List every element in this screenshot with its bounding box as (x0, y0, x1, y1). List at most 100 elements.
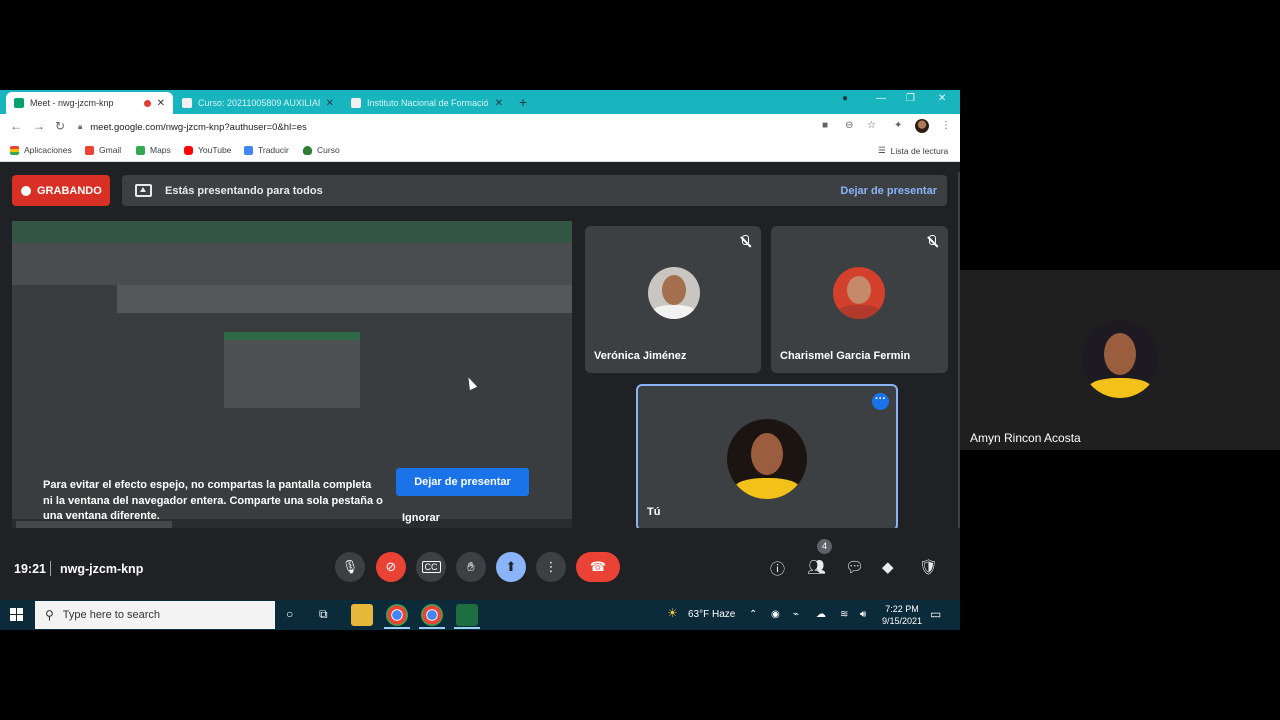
people-count-badge: 4 (817, 539, 832, 554)
translate-icon (244, 145, 253, 155)
bookmark-label: Maps (150, 145, 171, 155)
more-options-button[interactable]: ⋮ (536, 552, 566, 582)
host-controls-icon[interactable]: 🛡︎ (919, 558, 938, 576)
active-app-indicator (419, 627, 445, 629)
minimize-icon[interactable]: — (876, 93, 886, 104)
bookmark-gmail[interactable]: Gmail (85, 145, 121, 155)
close-tab-icon[interactable]: ✕ (326, 98, 334, 109)
preview-dialog (224, 332, 360, 408)
bookmark-curso[interactable]: Curso (303, 145, 340, 155)
chat-icon[interactable]: 💬︎ (845, 558, 864, 576)
camera-off-button[interactable]: ⊘ (376, 552, 406, 582)
present-now-button[interactable]: ⬆ (496, 552, 526, 582)
more-options-icon[interactable]: ··· (872, 393, 889, 410)
taskbar-search-box[interactable]: ⚲ Type here to search (35, 601, 275, 629)
chrome-icon[interactable] (386, 604, 408, 626)
excel-icon[interactable] (456, 604, 478, 626)
participant-name: Verónica Jiménez (594, 350, 687, 362)
file-explorer-icon[interactable] (351, 604, 373, 626)
tab-instituto[interactable]: Instituto Nacional de Formación ✕ (343, 92, 511, 114)
bookmark-label: Traducir (258, 145, 289, 155)
windows-start-icon[interactable] (10, 608, 24, 622)
reload-icon[interactable]: ↻ (55, 119, 65, 133)
bookmark-youtube[interactable]: YouTube (184, 145, 231, 155)
activities-icon[interactable]: ◆ (882, 558, 894, 576)
camera-in-use-icon[interactable]: ■ (822, 120, 828, 131)
curso-favicon-icon (182, 98, 192, 108)
wifi-icon[interactable]: ≋ (840, 609, 848, 620)
extensions-icon[interactable]: ✦ (894, 120, 902, 131)
leave-call-button[interactable]: ☎ (576, 552, 620, 582)
apps-grid-icon (10, 145, 19, 155)
screen: Meet - nwg-jzcm-knp ✕ Curso: 20211005809… (0, 0, 1280, 720)
tab-curso[interactable]: Curso: 20211005809 AUXILIAR ✕ (174, 92, 342, 114)
notifications-icon[interactable]: ▭ (930, 607, 941, 621)
browser-tab-strip: Meet - nwg-jzcm-knp ✕ Curso: 20211005809… (0, 90, 960, 114)
search-placeholder: Type here to search (62, 609, 161, 621)
bookmark-star-icon[interactable]: ☆ (867, 120, 876, 131)
mic-off-icon (739, 235, 751, 249)
new-tab-icon[interactable]: + (519, 94, 527, 110)
hand-icon: ✋︎ (467, 559, 475, 574)
participant-name: Tú (647, 506, 661, 518)
clock-date: 9/15/2021 (882, 616, 923, 626)
restore-icon[interactable]: ❐ (906, 93, 915, 104)
browser-toolbar: ← → ↻ 🔒︎ meet.google.com/nwg-jzcm-knp?au… (0, 114, 960, 140)
address-bar[interactable]: 🔒︎ meet.google.com/nwg-jzcm-knp?authuser… (78, 117, 898, 137)
close-window-icon[interactable]: ✕ (938, 93, 946, 104)
bookmark-traducir[interactable]: Traducir (244, 145, 289, 155)
active-app-indicator (384, 627, 410, 629)
recording-dot-icon (143, 99, 151, 107)
volume-icon[interactable]: 🔊︎ (860, 609, 866, 620)
stop-presenting-link[interactable]: Dejar de presentar (840, 185, 937, 197)
preview-titlebar (12, 221, 572, 243)
system-clock[interactable]: 7:22 PM 9/15/2021 (882, 603, 922, 627)
captions-icon: CC (421, 561, 441, 573)
close-tab-icon[interactable]: ✕ (157, 98, 165, 109)
participant-tile[interactable]: Verónica Jiménez (585, 226, 761, 373)
meet-page: GRABANDO Estás presentando para todos De… (0, 162, 960, 600)
present-screen-icon (135, 184, 152, 197)
ignore-button[interactable]: Ignorar (402, 512, 440, 524)
reading-list[interactable]: ☰ Lista de lectura (878, 145, 948, 156)
meet-controls-bar: 19:21 nwg-jzcm-knp 🎙︎ ⊘ CC ✋︎ ⬆ ⋮ ☎ ⓘ 4 … (0, 528, 960, 600)
raise-hand-button[interactable]: ✋︎ (456, 552, 486, 582)
self-tile[interactable]: ··· Tú (636, 384, 898, 531)
bookmark-maps[interactable]: Maps (136, 145, 171, 155)
zoom-icon[interactable]: ⊖ (845, 120, 853, 131)
people-icon[interactable]: 👥︎ (807, 558, 826, 576)
participant-name: Amyn Rincon Acosta (970, 431, 1081, 445)
weather-text[interactable]: 63°F Haze (688, 609, 735, 620)
forward-icon[interactable]: → (33, 119, 45, 133)
bluetooth-icon[interactable]: ⌁ (793, 609, 799, 620)
participant-tile[interactable]: Charismel Garcia Fermin (771, 226, 948, 373)
onedrive-icon[interactable]: ☁ (816, 609, 826, 620)
mic-off-icon (926, 235, 938, 249)
chrome-profile-icon[interactable] (421, 604, 443, 626)
task-view-icon[interactable]: ⧉ (319, 607, 328, 622)
meet-tray-icon[interactable]: ◉ (771, 609, 780, 620)
youtube-icon (184, 145, 193, 155)
close-tab-icon[interactable]: ✕ (495, 98, 503, 109)
captions-button[interactable]: CC (416, 552, 446, 582)
tab-meet[interactable]: Meet - nwg-jzcm-knp ✕ (6, 92, 173, 114)
participant-avatar (1081, 320, 1159, 398)
cortana-icon[interactable]: ○ (286, 607, 293, 621)
meeting-info-icon[interactable]: ⓘ (770, 558, 785, 579)
url-text: meet.google.com/nwg-jzcm-knp?authuser=0&… (90, 121, 307, 133)
microphone-button[interactable]: 🎙︎ (335, 552, 365, 582)
stop-presenting-button[interactable]: Dejar de presentar (396, 468, 529, 496)
media-control-icon[interactable]: ● (842, 93, 848, 104)
back-icon[interactable]: ← (10, 119, 22, 133)
meeting-code: nwg-jzcm-knp (60, 562, 144, 576)
chrome-menu-icon[interactable]: ⋮ (941, 120, 951, 131)
bookmark-label: YouTube (198, 145, 232, 155)
gmail-icon (85, 145, 94, 155)
bookmark-aplicaciones[interactable]: Aplicaciones (10, 145, 72, 155)
recording-badge[interactable]: GRABANDO (12, 175, 110, 206)
clock-time: 7:22 PM (885, 604, 919, 614)
profile-avatar-icon[interactable] (915, 119, 929, 133)
tab-title: Curso: 20211005809 AUXILIAR (197, 98, 320, 108)
show-hidden-icons-icon[interactable]: ⌃ (749, 609, 757, 620)
reading-list-label: Lista de lectura (890, 145, 949, 156)
